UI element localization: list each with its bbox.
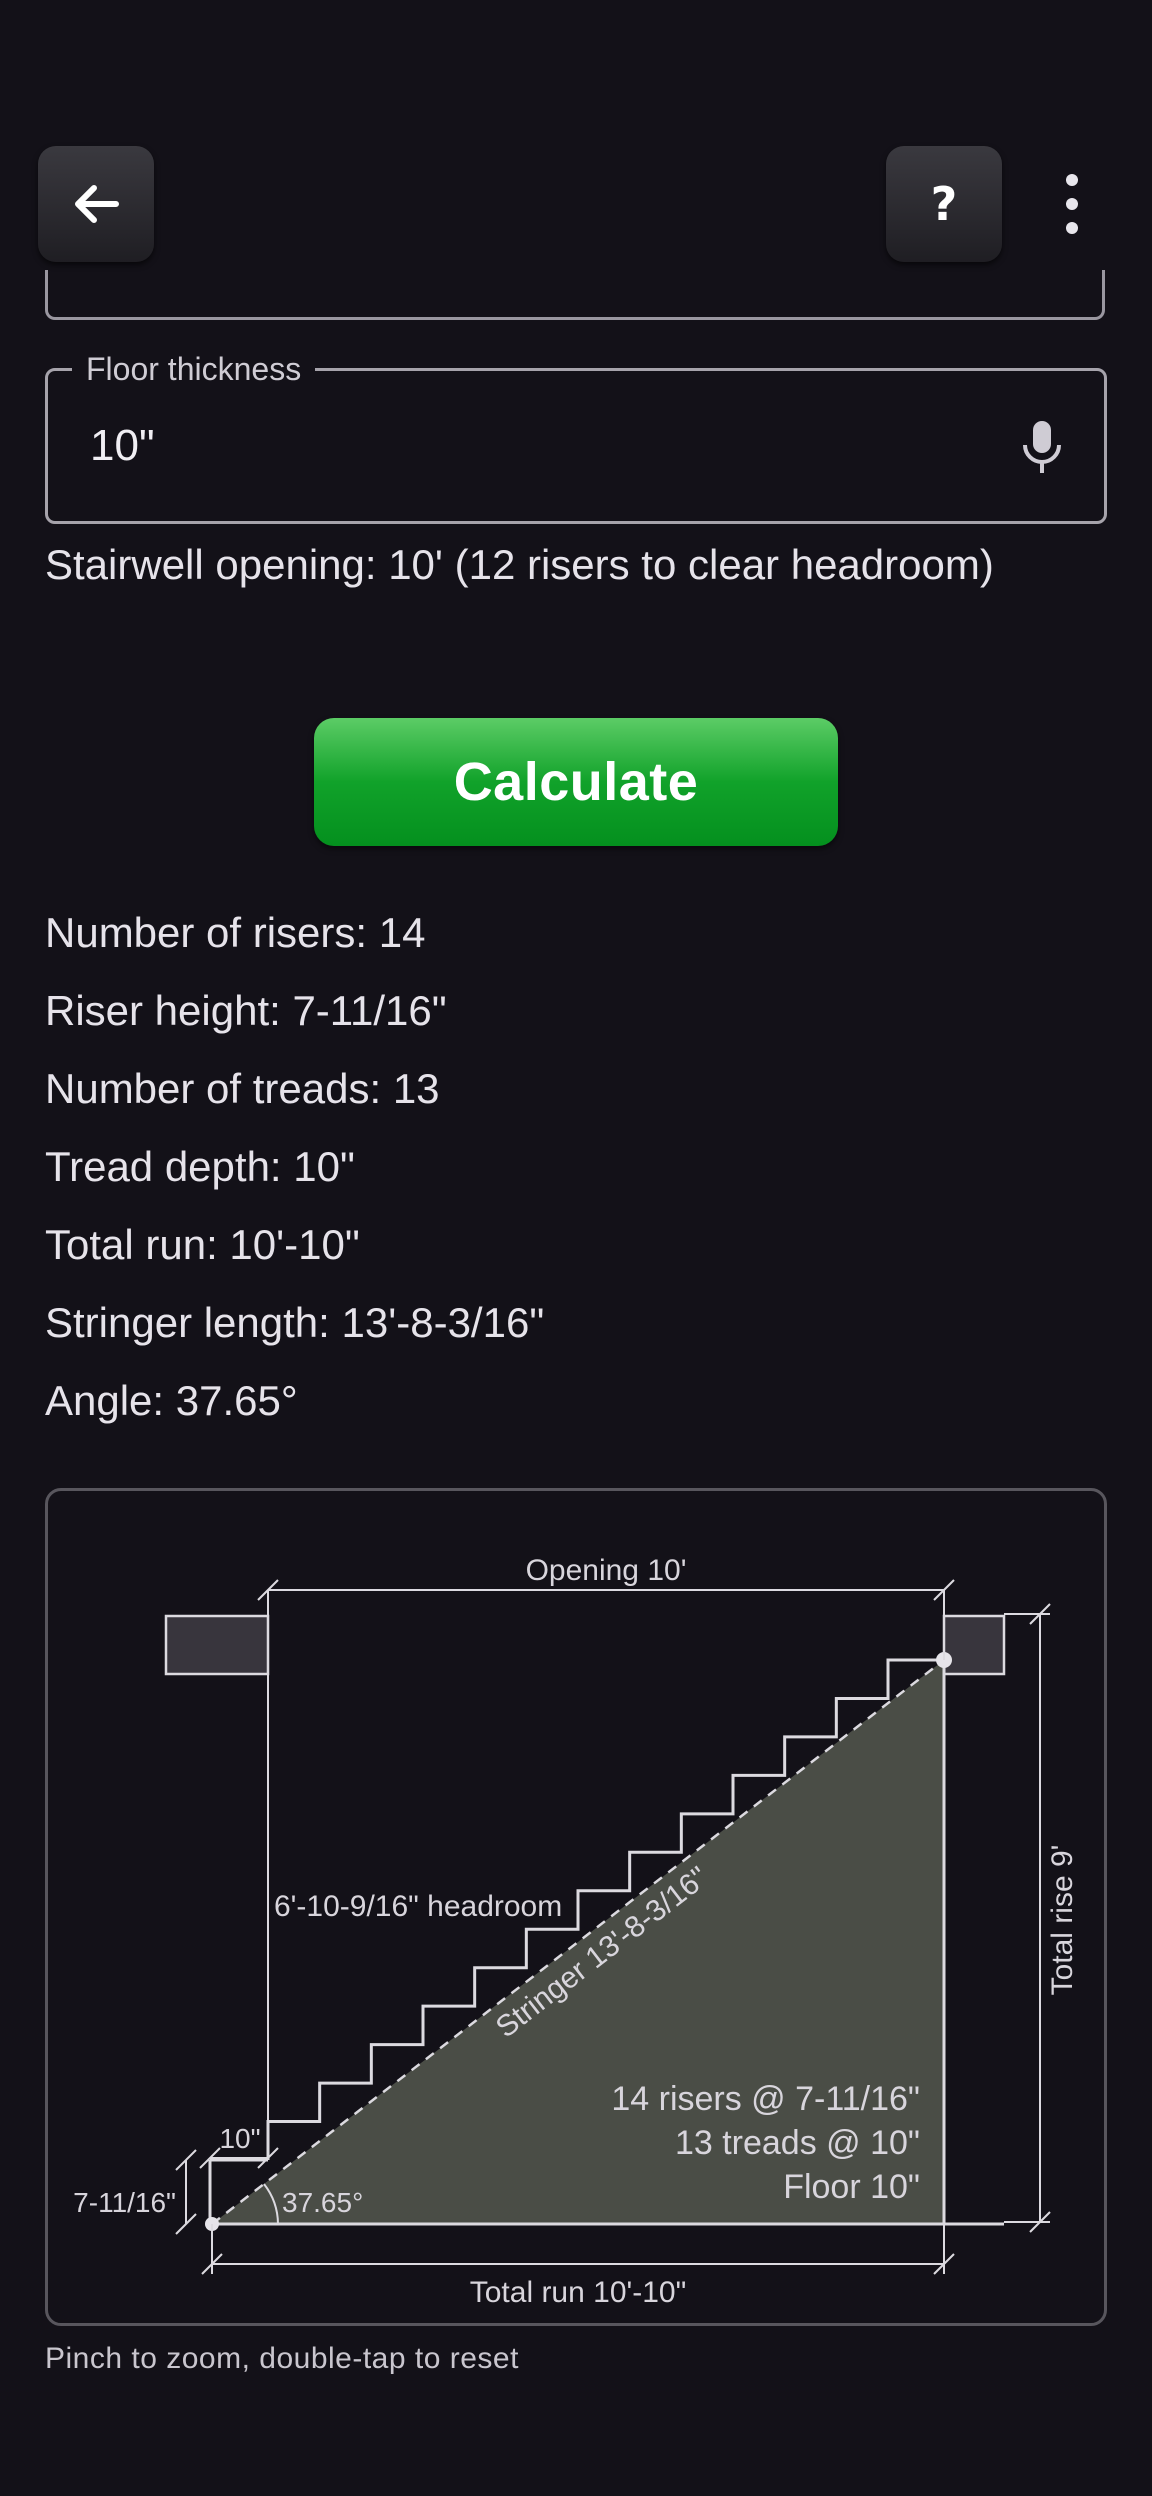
more-options-button[interactable] bbox=[1046, 170, 1098, 240]
summary-treads: 13 treads @ 10" bbox=[675, 2124, 920, 2162]
calculate-button[interactable]: Calculate bbox=[314, 718, 838, 846]
upper-floor-right bbox=[942, 1614, 1006, 1676]
help-button[interactable]: ? bbox=[886, 146, 1002, 262]
headroom-label: 6'-10-9/16" headroom bbox=[274, 1890, 562, 1923]
back-button[interactable] bbox=[38, 146, 154, 262]
summary-risers: 14 risers @ 7-11/16" bbox=[611, 2080, 920, 2118]
floor-thickness-value[interactable]: 10" bbox=[90, 421, 155, 471]
zoom-hint: Pinch to zoom, double-tap to reset bbox=[45, 2342, 519, 2375]
help-button-label: ? bbox=[930, 177, 958, 231]
total-run-label: Total run 10'-10" bbox=[470, 2276, 687, 2309]
angle-label: 37.65° bbox=[282, 2187, 363, 2218]
vertical-dots-icon bbox=[1066, 174, 1078, 234]
microphone-icon[interactable] bbox=[1020, 419, 1064, 475]
tread-depth-label: 10" bbox=[219, 2123, 260, 2154]
floor-thickness-label: Floor thickness bbox=[72, 351, 316, 387]
result-angle: Angle: 37.65° bbox=[45, 1377, 298, 1424]
result-tread-depth: Tread depth: 10" bbox=[45, 1143, 355, 1190]
previous-input-field[interactable] bbox=[45, 270, 1105, 320]
opening-label: Opening 10' bbox=[526, 1554, 687, 1587]
result-riser-height: Riser height: 7-11/16" bbox=[45, 987, 447, 1034]
upper-floor-left bbox=[164, 1614, 270, 1676]
stair-diagram[interactable]: Opening 10' Total rise 9' Total run 10'-… bbox=[45, 1488, 1107, 2326]
result-number-of-risers: Number of risers: 14 bbox=[45, 909, 426, 956]
riser-height-label: 7-11/16" bbox=[73, 2187, 176, 2218]
total-rise-label: Total rise 9' bbox=[1046, 1845, 1079, 1996]
stair-diagram-drawing: Opening 10' Total rise 9' Total run 10'-… bbox=[73, 1554, 1079, 2309]
summary-floor: Floor 10" bbox=[783, 2168, 920, 2206]
results-list: Number of risers: 14 Riser height: 7-11/… bbox=[45, 894, 544, 1440]
result-stringer-length: Stringer length: 13'-8-3/16" bbox=[45, 1299, 545, 1346]
stairwell-opening-note: Stairwell opening: 10' (12 risers to cle… bbox=[45, 541, 994, 588]
result-number-of-treads: Number of treads: 13 bbox=[45, 1065, 440, 1112]
arrow-left-icon bbox=[75, 185, 119, 223]
result-total-run: Total run: 10'-10" bbox=[45, 1221, 360, 1268]
floor-thickness-field[interactable]: Floor thickness 10" bbox=[45, 351, 1107, 524]
